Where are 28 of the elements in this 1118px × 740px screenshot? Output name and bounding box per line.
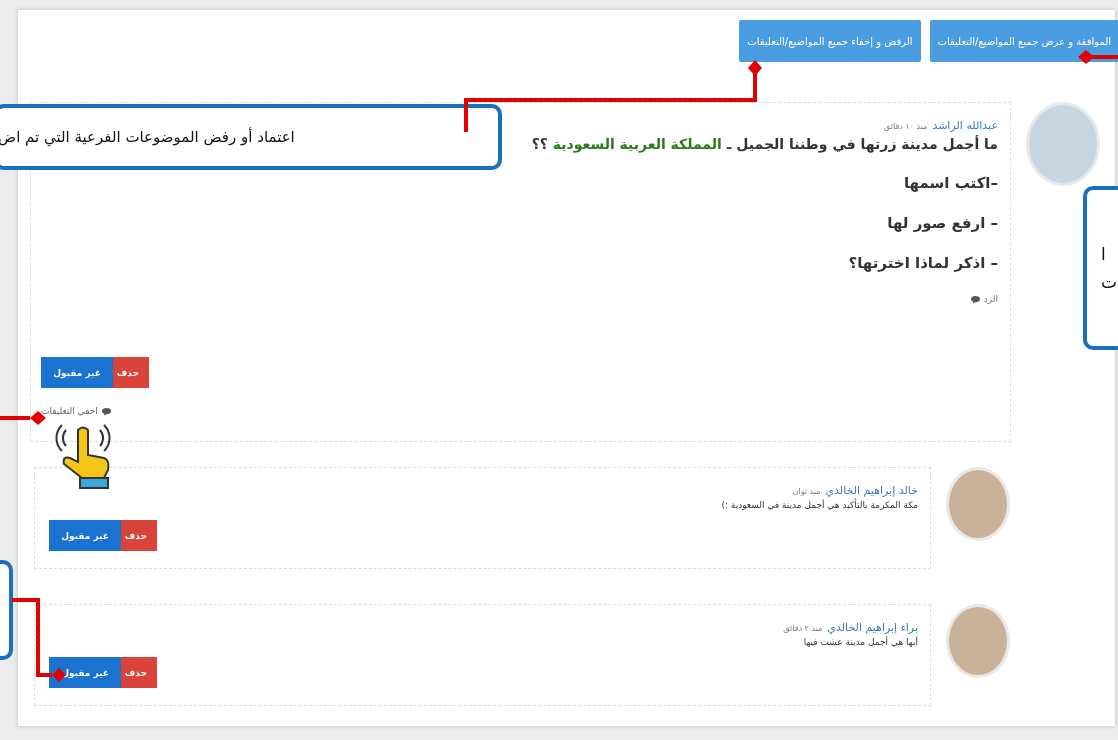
post-line: – ارفع صور لها [886,214,998,232]
comment-time: منذ ٢ دقائق [783,624,823,633]
callout-text: ا [1101,244,1107,264]
comment-icon [969,294,981,304]
moderation-button[interactable]: غير مقبول [49,657,121,688]
pointing-hand-icon [55,424,111,489]
moderation-button[interactable]: حذف [121,657,157,688]
post-line: –اكتب اسمها [902,174,998,192]
post-time: منذ ١٠ دقائق [884,122,928,131]
callout-text: ت [1101,272,1115,292]
reply-link[interactable]: الرد [983,294,998,304]
bulk-action-button[interactable]: الرفض و إخفاء جميع المواضيع/التعليقات [739,20,921,62]
moderation-button[interactable]: حذف [113,357,149,388]
connector-line [1078,50,1118,64]
author-link[interactable]: براء إبراهيم الخالدي [827,621,918,634]
comment-text: مكة المكرمة بالتأكيد هي أجمل مدينة في السعودية :) [720,500,918,510]
author-link[interactable]: خالد إبراهيم الخالدي [825,484,918,497]
author-link[interactable]: عبدالله الراشد [932,119,998,132]
comment-time: منذ ثوان [792,487,821,496]
bulk-action-button[interactable]: الموافقة و عرض جميع المواضيع/التعليقات [929,20,1118,62]
comments-icon [100,406,112,416]
moderation-button[interactable]: غير مقبول [49,520,121,551]
hide-comments-link[interactable]: اخفي التعليقات [41,406,98,416]
moderation-button[interactable]: غير مقبول [41,357,113,388]
moderation-button[interactable]: حذف [121,520,157,551]
post-line: – اذكر لماذا اخترتها؟ [847,254,998,272]
post-title: ما أجمل مدينة زرتها في وطننا الجميل ـ المملكة العربية السعودية ؟؟ [531,136,998,152]
comment-text: أبها هي أجمل مدينة عشت فيها [802,637,918,647]
